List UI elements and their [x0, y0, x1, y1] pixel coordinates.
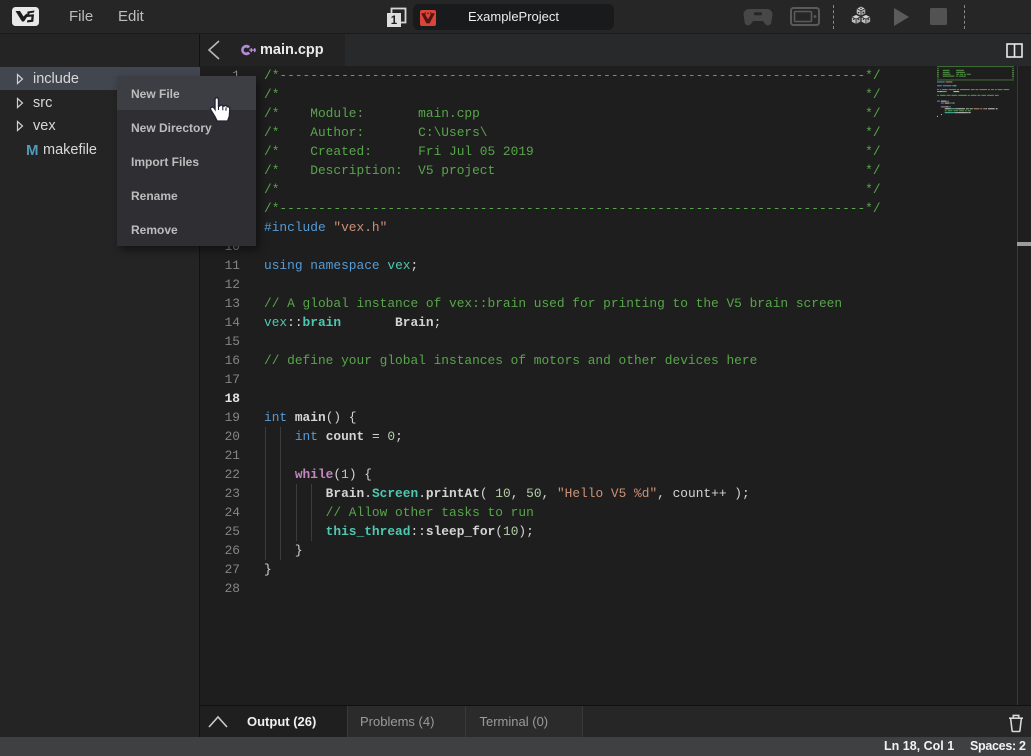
svg-text:1: 1	[391, 15, 398, 27]
